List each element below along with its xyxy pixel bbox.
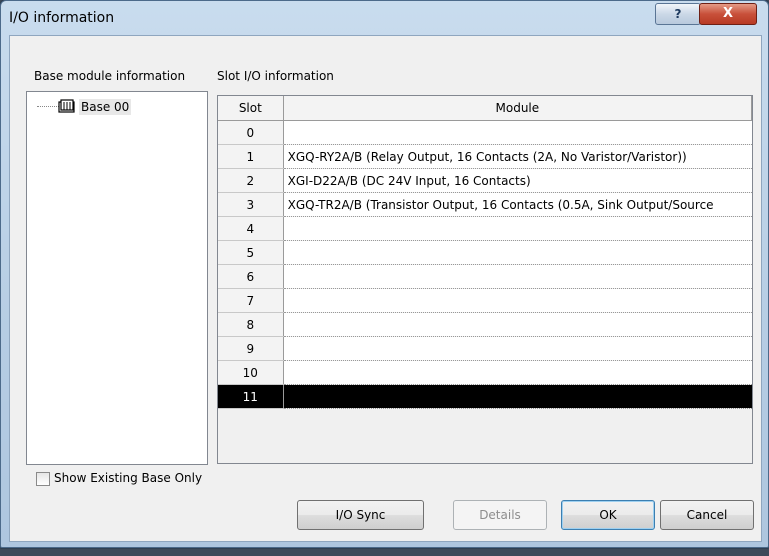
details-button[interactable]: Details — [453, 500, 547, 530]
table-row[interactable]: 6 — [218, 264, 752, 289]
slot-number-cell[interactable]: 6 — [218, 264, 284, 289]
table-row[interactable]: 3 XGQ-TR2A/B (Transistor Output, 16 Conta… — [218, 192, 752, 217]
table-row[interactable]: 8 — [218, 312, 752, 337]
table-row[interactable]: 0 — [218, 120, 752, 145]
module-cell[interactable] — [283, 384, 752, 409]
table-row[interactable]: 5 — [218, 240, 752, 265]
slot-number-cell[interactable]: 5 — [218, 240, 284, 265]
slot-io-grid[interactable]: Slot Module 0 1 XGQ-RY2A/B (Relay Output, … — [217, 95, 753, 464]
module-cell[interactable]: XGI-D22A/B (DC 24V Input, 16 Contacts) — [283, 168, 752, 193]
base-module-label: Base module information — [34, 69, 186, 83]
slot-number-cell[interactable]: 10 — [218, 360, 284, 385]
slot-number-cell[interactable]: 9 — [218, 336, 284, 361]
slot-number-cell[interactable]: 2 — [218, 168, 284, 193]
table-row[interactable]: 1 XGQ-RY2A/B (Relay Output, 16 Contacts (… — [218, 144, 752, 169]
slot-number-cell[interactable]: 8 — [218, 312, 284, 337]
tree-connector — [37, 106, 59, 107]
slot-number-cell[interactable]: 1 — [218, 144, 284, 169]
module-cell[interactable] — [283, 120, 752, 145]
column-header-slot[interactable]: Slot — [218, 96, 284, 121]
slot-number-cell[interactable]: 3 — [218, 192, 284, 217]
base-tree[interactable]: Base 00 — [26, 91, 208, 465]
base-rack-icon — [58, 99, 75, 113]
module-cell[interactable] — [283, 360, 752, 385]
slot-number-cell[interactable]: 0 — [218, 120, 284, 145]
module-cell[interactable] — [283, 264, 752, 289]
cancel-button[interactable]: Cancel — [660, 500, 754, 530]
slot-number-cell[interactable]: 7 — [218, 288, 284, 313]
column-header-module[interactable]: Module — [283, 96, 752, 121]
table-row[interactable]: 11 — [218, 384, 752, 409]
title-bar: I/O information ? X — [1, 1, 768, 35]
slot-io-label: Slot I/O information — [217, 69, 334, 83]
module-cell[interactable] — [283, 336, 752, 361]
table-row[interactable]: 4 — [218, 216, 752, 241]
slot-number-cell[interactable]: 4 — [218, 216, 284, 241]
help-button[interactable]: ? — [655, 3, 701, 25]
slot-table: Slot Module 0 1 XGQ-RY2A/B (Relay Output, … — [218, 96, 752, 409]
module-cell[interactable] — [283, 288, 752, 313]
tree-item-label: Base 00 — [79, 99, 132, 115]
module-cell[interactable] — [283, 312, 752, 337]
module-cell[interactable] — [283, 216, 752, 241]
slot-number-cell[interactable]: 11 — [218, 384, 284, 409]
module-cell[interactable]: XGQ-TR2A/B (Transistor Output, 16 Contac… — [283, 192, 752, 217]
table-row[interactable]: 10 — [218, 360, 752, 385]
close-button[interactable]: X — [699, 3, 757, 25]
ok-button[interactable]: OK — [561, 500, 655, 530]
show-existing-base-label: Show Existing Base Only — [54, 471, 203, 485]
io-sync-button[interactable]: I/O Sync — [297, 500, 424, 530]
dialog-title: I/O information — [9, 10, 115, 26]
module-cell[interactable] — [283, 240, 752, 265]
module-cell[interactable]: XGQ-RY2A/B (Relay Output, 16 Contacts (2… — [283, 144, 752, 169]
table-row[interactable]: 9 — [218, 336, 752, 361]
table-row[interactable]: 7 — [218, 288, 752, 313]
show-existing-base-checkbox[interactable] — [36, 472, 50, 486]
table-row[interactable]: 2 XGI-D22A/B (DC 24V Input, 16 Contacts) — [218, 168, 752, 193]
